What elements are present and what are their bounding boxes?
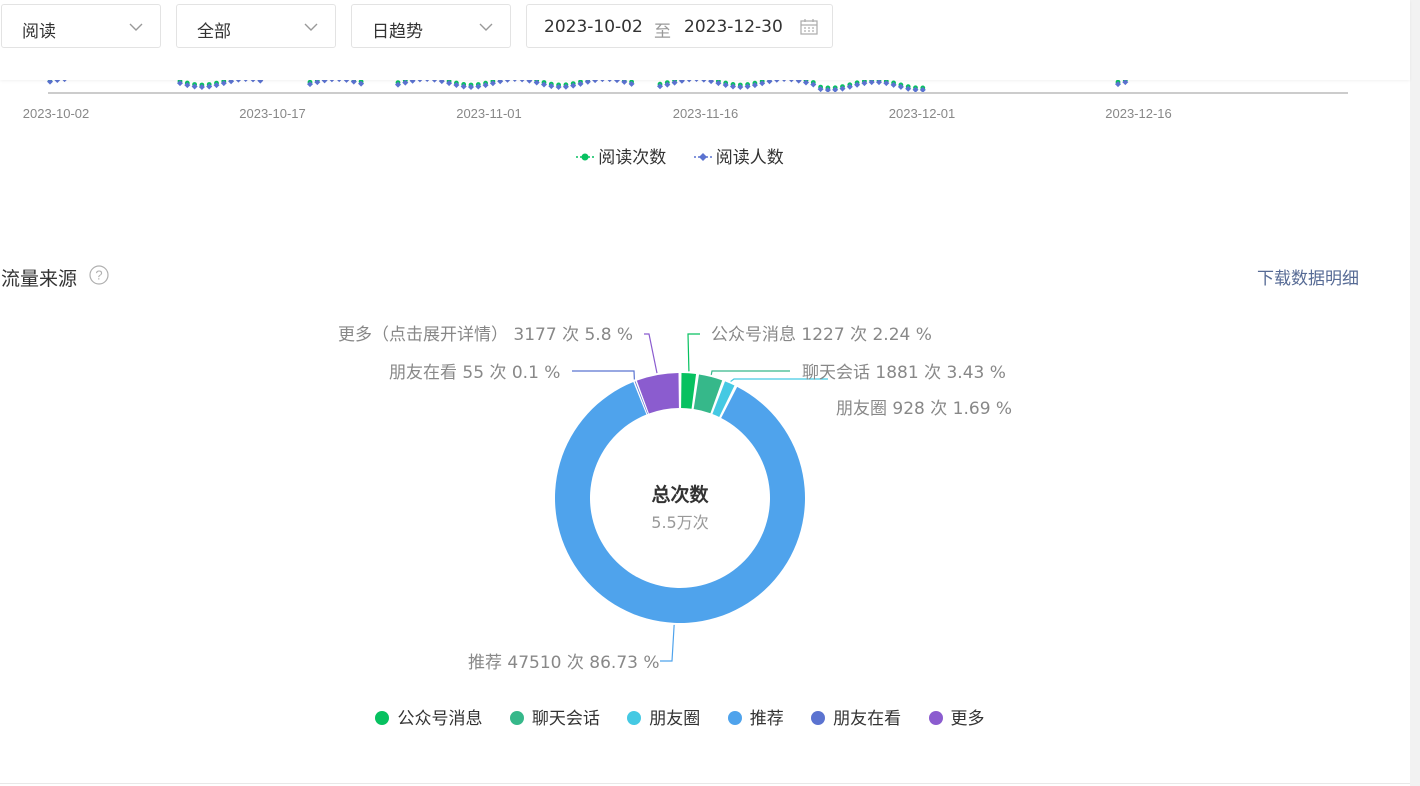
chevron-down-icon [479, 23, 493, 31]
metric-select[interactable]: 阅读 [1, 4, 161, 48]
date-end[interactable]: 2023-12-30 [684, 17, 783, 37]
legend-dot-icon [928, 711, 943, 725]
donut-slice-公众号消息[interactable] [681, 373, 697, 409]
legend-item-moments[interactable]: 朋友圈 [627, 704, 700, 729]
legend-label: 推荐 [749, 709, 784, 729]
date-start[interactable]: 2023-10-02 [544, 17, 643, 37]
granularity-select-value: 日趋势 [372, 22, 423, 42]
legend-item-recommend[interactable]: 推荐 [727, 704, 784, 729]
legend-item-friends-watching[interactable]: 朋友在看 [811, 704, 901, 729]
scope-select-value: 全部 [197, 22, 231, 42]
leader-line [644, 333, 658, 374]
legend-dot-icon [509, 711, 524, 725]
leader-line [572, 370, 635, 380]
donut-center-title: 总次数 [651, 484, 709, 506]
slice-label-chat: 聊天会话 1881 次 3.43 % [802, 363, 1006, 383]
legend-label: 聊天会话 [531, 709, 600, 729]
section-divider [0, 783, 1410, 784]
metric-select-value: 阅读 [22, 22, 56, 42]
slice-label-more[interactable]: 更多（点击展开详情） 3177 次 5.8 % [338, 320, 633, 345]
legend-item-chat[interactable]: 聊天会话 [509, 704, 600, 729]
page-scrollbar[interactable] [1410, 0, 1420, 786]
donut-center-value: 5.5万次 [651, 513, 709, 532]
leader-line [687, 333, 700, 372]
calendar-icon[interactable] [799, 17, 819, 37]
scope-select[interactable]: 全部 [176, 4, 336, 48]
legend-item-official-msg[interactable]: 公众号消息 [375, 704, 482, 729]
legend-label: 公众号消息 [397, 709, 483, 729]
legend-dot-icon [811, 711, 826, 725]
legend-dot-icon [375, 711, 390, 725]
filter-toolbar: 阅读 全部 日趋势 2023-10-02 至 2023-12-30 [0, 0, 1410, 80]
date-range-separator: 至 [654, 22, 671, 42]
legend-label: 更多 [950, 709, 985, 729]
leader-line [660, 624, 675, 662]
legend-dot-icon [727, 711, 742, 725]
legend-label: 朋友在看 [833, 709, 902, 729]
slice-label-recommend: 推荐 47510 次 86.73 % [468, 653, 660, 673]
legend-dot-icon [627, 711, 642, 725]
slice-label-official-msg: 公众号消息 1227 次 2.24 % [711, 325, 932, 345]
donut-legend: 公众号消息 聊天会话 朋友圈 推荐 朋友在看 更多 [0, 704, 1360, 729]
chevron-down-icon [129, 23, 143, 31]
leader-line [710, 370, 790, 376]
date-range-picker[interactable]: 2023-10-02 至 2023-12-30 [526, 4, 833, 48]
chevron-down-icon [304, 23, 318, 31]
legend-label: 朋友圈 [649, 709, 701, 729]
traffic-donut-chart [555, 333, 828, 662]
slice-label-moments: 朋友圈 928 次 1.69 % [836, 399, 1013, 419]
slice-label-friends-watching: 朋友在看 55 次 0.1 % [389, 363, 561, 383]
legend-item-more[interactable]: 更多 [928, 704, 985, 729]
granularity-select[interactable]: 日趋势 [351, 4, 511, 48]
